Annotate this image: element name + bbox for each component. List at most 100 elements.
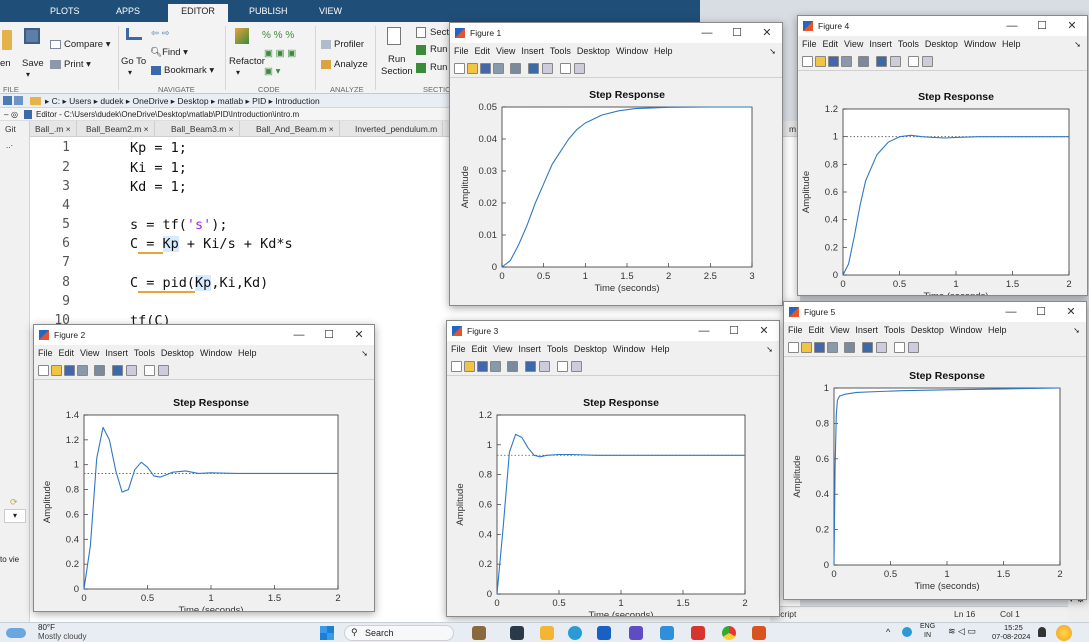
goto-button[interactable]: Go To	[121, 56, 146, 67]
edit-plot-icon[interactable]	[144, 365, 155, 376]
maximize-button[interactable]: ☐	[722, 23, 752, 43]
save-figure-icon[interactable]	[814, 342, 825, 353]
menu-file[interactable]: File	[788, 325, 803, 335]
maximize-button[interactable]: ☐	[1027, 16, 1057, 36]
refactor-dropdown-icon[interactable]: ▾	[236, 68, 240, 77]
menu-tools[interactable]: Tools	[550, 46, 571, 56]
comment-icons[interactable]: % % %	[262, 30, 294, 41]
git-label[interactable]: Git	[0, 121, 30, 137]
open-file-icon[interactable]	[51, 365, 62, 376]
panel-menu-icon[interactable]: ..·	[6, 141, 13, 150]
goto-dropdown-icon[interactable]: ▾	[128, 68, 132, 77]
close-button[interactable]: ✕	[344, 325, 374, 345]
menu-desktop[interactable]: Desktop	[161, 348, 194, 358]
editor-tab-inverted-pendulum[interactable]: Inverted_pendulum.m	[350, 121, 444, 137]
weather-temp[interactable]: 80°F	[38, 623, 55, 632]
menu-edit[interactable]: Edit	[475, 46, 491, 56]
plot-area[interactable]	[496, 414, 746, 595]
menu-insert[interactable]: Insert	[105, 348, 128, 358]
run-to-end-button[interactable]: Run	[430, 62, 447, 73]
save-figure-icon[interactable]	[477, 361, 488, 372]
menu-tools[interactable]: Tools	[884, 325, 905, 335]
bookmark-button[interactable]: Bookmark ▾	[164, 65, 214, 76]
menu-file[interactable]: File	[802, 39, 817, 49]
new-figure-icon[interactable]	[451, 361, 462, 372]
copilot-icon[interactable]	[1056, 625, 1072, 641]
link-plot-icon[interactable]	[510, 63, 521, 74]
menu-insert[interactable]: Insert	[518, 344, 541, 354]
clock-date[interactable]: 07-08-2024	[992, 632, 1030, 641]
open-label[interactable]: en	[0, 58, 11, 69]
edge-icon[interactable]	[568, 626, 582, 640]
menu-window[interactable]: Window	[964, 39, 996, 49]
step-response-chart[interactable]: Step Response Time (seconds) Amplitude 0 0.5…	[34, 381, 374, 611]
menu-insert[interactable]: Insert	[855, 325, 878, 335]
menu-help[interactable]: Help	[651, 344, 670, 354]
dock-arrow-icon[interactable]: ➘	[766, 341, 773, 358]
profiler-icon[interactable]	[321, 40, 331, 49]
legend-icon[interactable]	[890, 56, 901, 67]
section-break-button[interactable]: Sect	[430, 27, 449, 38]
code-line-8[interactable]: C = pid(Kp,Ki,Kd)	[130, 275, 268, 293]
legend-icon[interactable]	[542, 63, 553, 74]
menu-edit[interactable]: Edit	[59, 348, 75, 358]
menu-desktop[interactable]: Desktop	[574, 344, 607, 354]
minimize-button[interactable]: —	[996, 302, 1026, 322]
new-figure-icon[interactable]	[38, 365, 49, 376]
tab-view[interactable]: VIEW	[313, 4, 348, 22]
tab-editor[interactable]: EDITOR	[168, 4, 228, 22]
minimize-button[interactable]: —	[692, 23, 722, 43]
step-response-chart[interactable]: Step Response Time (seconds) Amplitude 0 0.5…	[798, 72, 1087, 295]
panel-dropdown[interactable]: ▾	[4, 509, 26, 523]
minimize-button[interactable]: —	[284, 325, 314, 345]
app-icon-1[interactable]	[472, 626, 486, 640]
matlab-taskbar-icon[interactable]	[752, 626, 766, 640]
run-advance-icon[interactable]	[416, 45, 426, 55]
legend-icon[interactable]	[539, 361, 550, 372]
lang-line-2[interactable]: IN	[924, 632, 931, 639]
open-file-icon[interactable]	[467, 63, 478, 74]
close-button[interactable]: ✕	[752, 23, 782, 43]
code-line-6[interactable]: C = Kp + Ki/s + Kd*s	[130, 236, 293, 254]
menu-help[interactable]: Help	[654, 46, 673, 56]
colorbar-icon[interactable]	[862, 342, 873, 353]
property-inspector-icon[interactable]	[922, 56, 933, 67]
plot-area[interactable]	[83, 414, 339, 590]
taskbar-search[interactable]: ⚲ Search	[344, 625, 454, 641]
print-button[interactable]: Print ▾	[64, 59, 91, 70]
refactor-button[interactable]: Refactor	[229, 56, 265, 67]
legend-icon[interactable]	[126, 365, 137, 376]
terminal-icon[interactable]	[510, 626, 524, 640]
collapse-icon[interactable]: –	[4, 108, 8, 121]
link-plot-icon[interactable]	[844, 342, 855, 353]
weather-text[interactable]: Mostly cloudy	[38, 632, 86, 641]
find-button[interactable]: 🔍︎Find ▾	[150, 47, 188, 58]
dock-arrow-icon[interactable]: ➘	[1074, 36, 1081, 53]
tray-chevron-icon[interactable]: ^	[886, 627, 890, 637]
run-section-icon[interactable]	[387, 27, 401, 45]
close-button[interactable]: ✕	[1056, 302, 1086, 322]
nav-up-icon[interactable]	[3, 96, 12, 105]
indent-icons[interactable]: ▣ ▣ ▣	[264, 48, 296, 59]
dock-arrow-icon[interactable]: ➘	[361, 345, 368, 362]
maximize-button[interactable]: ☐	[1026, 302, 1056, 322]
analyze-button[interactable]: Analyze	[334, 59, 368, 70]
breadcrumb[interactable]: ▸ C: ▸ Users ▸ dudek ▸ OneDrive ▸ Deskto…	[45, 94, 320, 108]
print-figure-icon[interactable]	[490, 361, 501, 372]
edit-plot-icon[interactable]	[894, 342, 905, 353]
compare-icon[interactable]	[50, 40, 61, 49]
property-inspector-icon[interactable]	[574, 63, 585, 74]
new-figure-icon[interactable]	[454, 63, 465, 74]
figure-5-window[interactable]: Figure 5 — ☐ ✕ File Edit View Insert Tools De…	[783, 301, 1087, 600]
bookmark-icon[interactable]	[151, 66, 161, 75]
run-section-label-2[interactable]: Section	[381, 66, 413, 77]
tab-apps[interactable]: APPS	[110, 4, 146, 22]
colorbar-icon[interactable]	[876, 56, 887, 67]
colorbar-icon[interactable]	[528, 63, 539, 74]
tab-close-icon[interactable]: ×	[144, 124, 149, 134]
back-forward-icon[interactable]: ⇦ ⇨	[151, 28, 170, 39]
menu-desktop[interactable]: Desktop	[911, 325, 944, 335]
menu-view[interactable]: View	[830, 325, 849, 335]
store-icon[interactable]	[597, 626, 611, 640]
figure-4-window[interactable]: Figure 4 — ☐ ✕ File Edit View Insert Tools De…	[797, 15, 1088, 296]
